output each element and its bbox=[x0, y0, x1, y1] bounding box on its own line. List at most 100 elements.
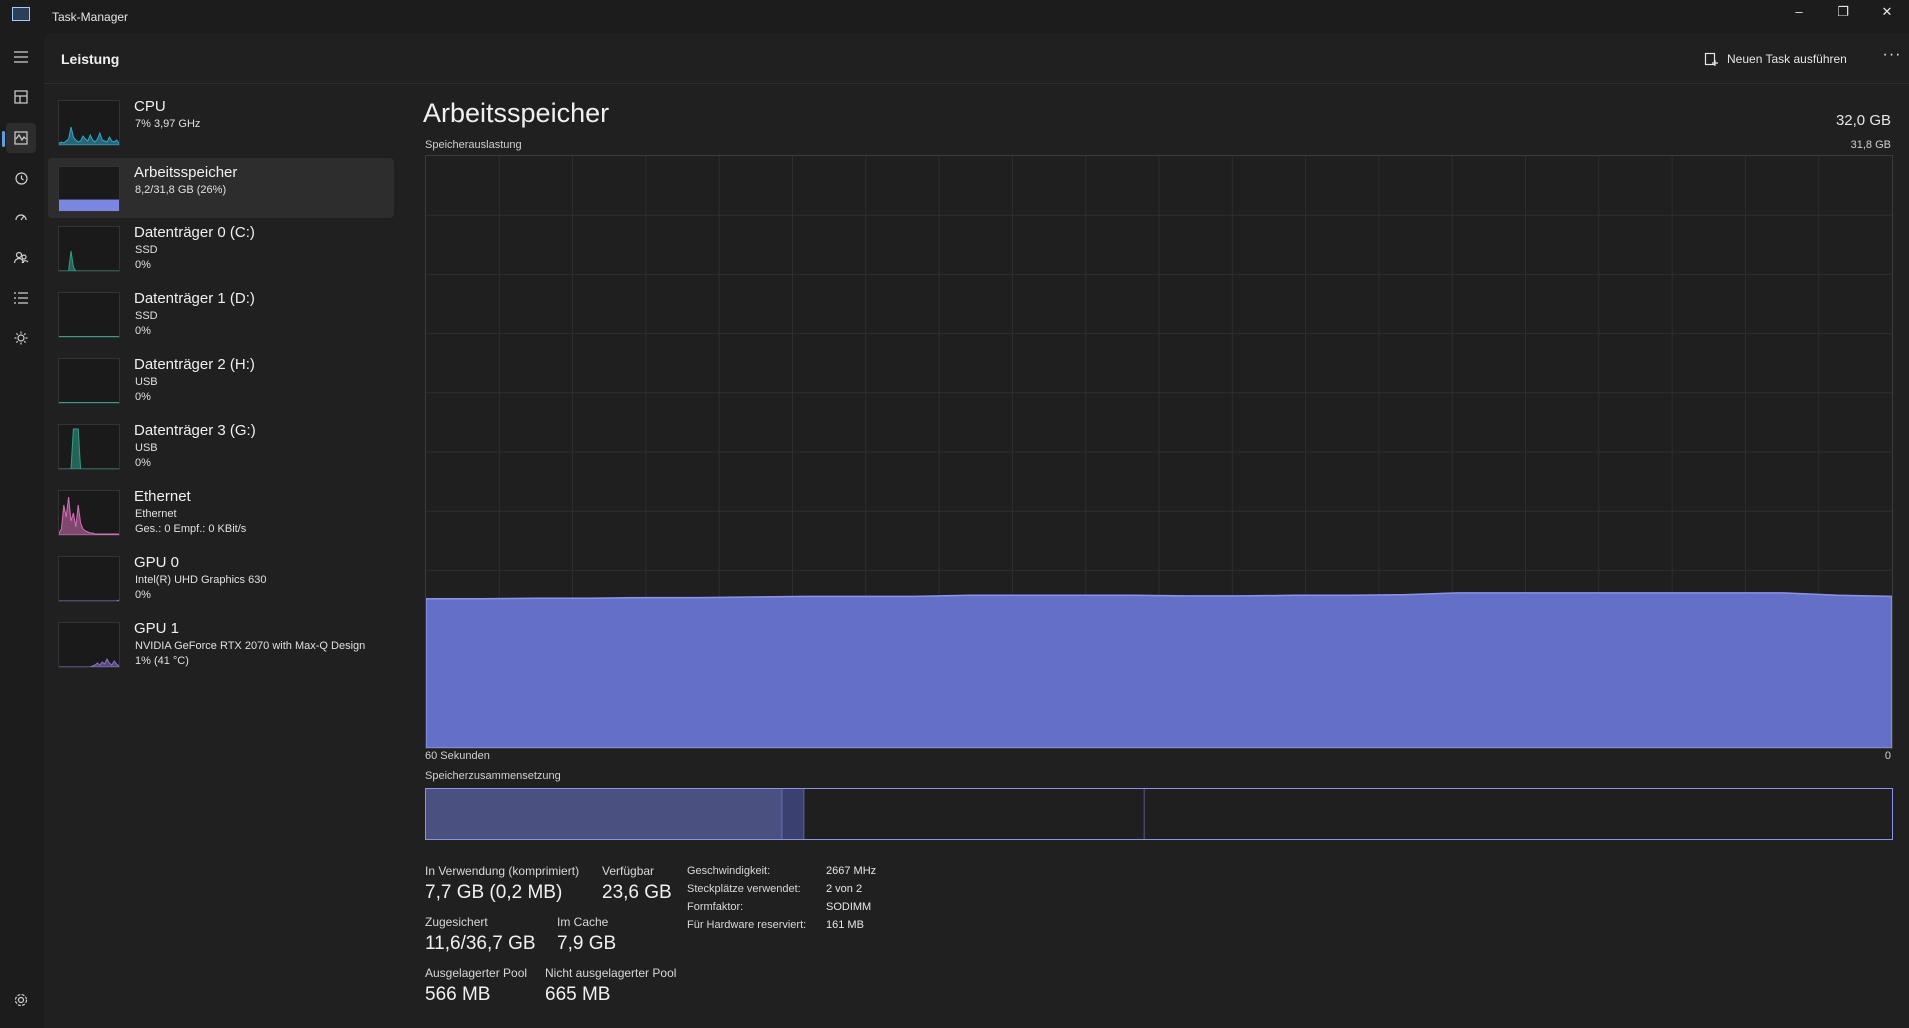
committed-value: 11,6/36,7 GB bbox=[425, 933, 536, 954]
new-task-button[interactable]: Neuen Task ausführen bbox=[1704, 46, 1847, 72]
device-detail: USB bbox=[135, 376, 158, 388]
device-item-disk[interactable]: Datenträger 1 (D:) SSD 0% bbox=[48, 284, 394, 350]
task-manager-app-icon bbox=[12, 7, 30, 21]
users-icon[interactable] bbox=[6, 243, 36, 273]
more-options-button[interactable]: ··· bbox=[1880, 45, 1904, 69]
memory-level-fill bbox=[59, 199, 119, 211]
restore-button[interactable]: ❐ bbox=[1821, 0, 1865, 33]
sparkline-area bbox=[59, 599, 119, 601]
device-list: CPU 7% 3,97 GHz Arbeitsspeicher 8,2/31,8 GB… bbox=[48, 92, 394, 680]
close-button[interactable]: ✕ bbox=[1865, 0, 1909, 33]
device-usage: 0% bbox=[135, 391, 151, 403]
device-thumbnail-graph bbox=[58, 556, 120, 602]
device-name: Arbeitsspeicher bbox=[134, 164, 238, 181]
cached-value: 7,9 GB bbox=[557, 933, 617, 954]
in-use-segment[interactable] bbox=[426, 789, 783, 839]
usage-chart-label: Speicherauslastung bbox=[425, 139, 522, 151]
device-name: GPU 1 bbox=[134, 620, 180, 637]
device-item-gpu1[interactable]: GPU 1 NVIDIA GeForce RTX 2070 with Max-Q … bbox=[48, 614, 394, 680]
in-use-label: In Verwendung (komprimiert) bbox=[425, 864, 580, 878]
new-task-icon bbox=[1704, 52, 1718, 66]
sparkline-area bbox=[59, 496, 119, 535]
device-thumbnail-graph bbox=[58, 424, 120, 470]
memory-composition-graph bbox=[426, 789, 1892, 839]
active-indicator bbox=[2, 131, 5, 147]
device-detail: 7% 3,97 GHz bbox=[135, 118, 201, 130]
device-item-ethernet[interactable]: Ethernet Ethernet Ges.: 0 Empf.: 0 KBit/s bbox=[48, 482, 394, 548]
new-task-label: Neuen Task ausführen bbox=[1727, 52, 1847, 66]
hamburger-menu-icon[interactable] bbox=[6, 42, 36, 72]
device-usage: Ges.: 0 Empf.: 0 KBit/s bbox=[135, 523, 247, 535]
standby-segment[interactable] bbox=[804, 789, 1145, 839]
app-history-icon[interactable] bbox=[6, 163, 36, 193]
title-bar: Task-Manager – ❐ ✕ bbox=[0, 0, 1909, 33]
device-usage: 0% bbox=[135, 325, 151, 337]
nav-rail bbox=[0, 33, 44, 1028]
device-sparkline bbox=[59, 402, 119, 403]
device-detail: 8,2/31,8 GB (26%) bbox=[135, 184, 227, 196]
total-memory: 32,0 GB bbox=[1835, 112, 1891, 129]
device-name: Datenträger 0 (C:) bbox=[134, 224, 255, 241]
device-usage: 1% (41 °C) bbox=[135, 655, 189, 667]
usage-chart-max: 31,8 GB bbox=[1850, 139, 1891, 151]
settings-gear-icon[interactable] bbox=[6, 985, 36, 1015]
performance-icon[interactable] bbox=[6, 123, 36, 153]
hardware-reserved-value: 161 MB bbox=[826, 919, 864, 931]
speed-label: Geschwindigkeit: bbox=[687, 865, 771, 877]
free-segment[interactable] bbox=[1144, 789, 1892, 839]
available-label: Verfügbar bbox=[602, 864, 655, 878]
device-name: Datenträger 1 (D:) bbox=[134, 290, 255, 307]
memory-usage-chart bbox=[425, 155, 1893, 749]
device-sparkline bbox=[59, 428, 119, 469]
detail-title: Arbeitsspeicher bbox=[423, 98, 610, 128]
nonpaged-pool-label: Nicht ausgelagerter Pool bbox=[545, 966, 677, 980]
device-thumbnail-graph bbox=[58, 622, 120, 668]
device-name: Datenträger 2 (H:) bbox=[134, 356, 255, 373]
device-item-disk3[interactable]: Datenträger 3 (G:) USB 0% bbox=[48, 416, 394, 482]
sparkline-area bbox=[59, 428, 119, 469]
device-item-disk[interactable]: Datenträger 2 (H:) USB 0% bbox=[48, 350, 394, 416]
memory-usage-graph bbox=[425, 156, 1893, 749]
device-detail: NVIDIA GeForce RTX 2070 with Max-Q Desig… bbox=[135, 640, 366, 652]
device-item-cpu[interactable]: CPU 7% 3,97 GHz bbox=[48, 92, 394, 158]
time-axis-right-label: 0 bbox=[1884, 750, 1891, 762]
slots-value: 2 von 2 bbox=[826, 883, 863, 895]
memory-usage-area bbox=[425, 592, 1893, 749]
paged-pool-value: 566 MB bbox=[425, 984, 491, 1005]
startup-apps-icon[interactable] bbox=[6, 203, 36, 233]
hardware-reserved-label: Für Hardware reserviert: bbox=[687, 919, 807, 931]
form-factor-value: SODIMM bbox=[826, 901, 872, 913]
device-detail: USB bbox=[135, 442, 158, 454]
device-sparkline bbox=[59, 657, 119, 667]
device-item-gpu0[interactable]: GPU 0 Intel(R) UHD Graphics 630 0% bbox=[48, 548, 394, 614]
device-sparkline bbox=[59, 126, 119, 145]
device-detail: SSD bbox=[135, 244, 158, 256]
composition-label: Speicherzusammensetzung bbox=[425, 770, 561, 782]
device-name: GPU 0 bbox=[134, 554, 180, 571]
details-icon[interactable] bbox=[6, 283, 36, 313]
main-panel: Leistung Neuen Task ausführen ··· CPU 7% … bbox=[44, 33, 1909, 1028]
device-name: CPU bbox=[134, 98, 166, 115]
device-thumbnail-graph bbox=[58, 358, 120, 404]
nonpaged-pool-value: 665 MB bbox=[545, 984, 611, 1005]
page-header: Leistung Neuen Task ausführen ··· bbox=[44, 33, 1909, 84]
services-icon[interactable] bbox=[6, 323, 36, 353]
device-detail: SSD bbox=[135, 310, 158, 322]
minimize-button[interactable]: – bbox=[1777, 0, 1821, 33]
device-sparkline bbox=[59, 199, 119, 211]
available-value: 23,6 GB bbox=[602, 882, 672, 903]
device-usage: 0% bbox=[135, 589, 151, 601]
in-use-value: 7,7 GB (0,2 MB) bbox=[425, 882, 563, 903]
device-detail: Intel(R) UHD Graphics 630 bbox=[135, 574, 267, 586]
time-axis-left-label: 60 Sekunden bbox=[425, 750, 490, 762]
device-item-memory[interactable]: Arbeitsspeicher 8,2/31,8 GB (26%) bbox=[48, 158, 394, 218]
device-usage: 0% bbox=[135, 457, 151, 469]
device-item-disk0[interactable]: Datenträger 0 (C:) SSD 0% bbox=[48, 218, 394, 284]
paged-pool-label: Ausgelagerter Pool bbox=[425, 966, 528, 980]
device-detail: Ethernet bbox=[135, 508, 177, 520]
processes-icon[interactable] bbox=[6, 82, 36, 112]
device-thumbnail-graph bbox=[58, 292, 120, 338]
device-thumbnail-graph bbox=[58, 490, 120, 536]
device-sparkline bbox=[59, 336, 119, 337]
modified-segment[interactable] bbox=[782, 789, 805, 839]
